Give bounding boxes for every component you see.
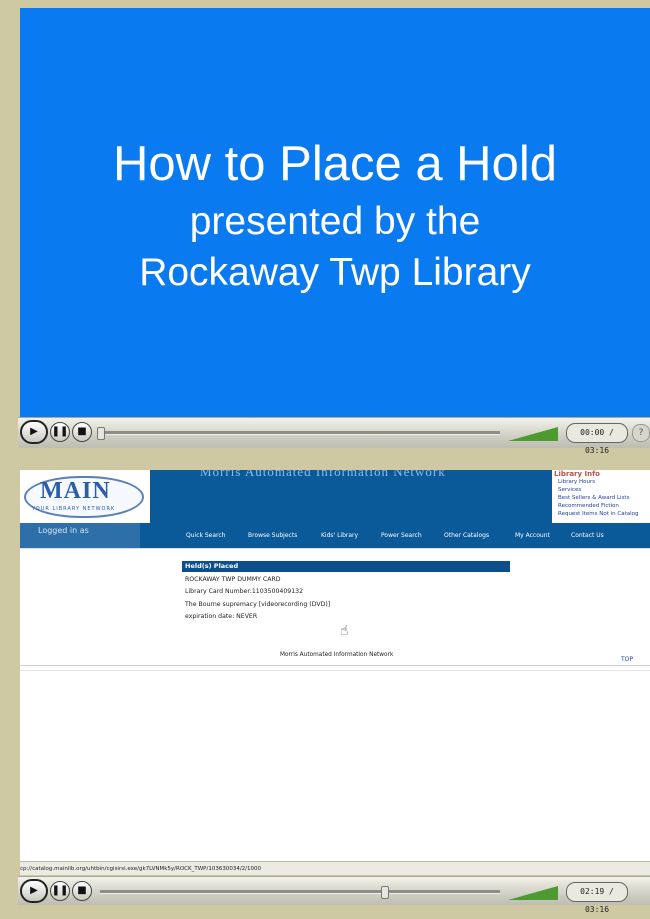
library-info-link[interactable]: Request Items Not in Catalog (558, 511, 639, 517)
volume-level-icon (508, 886, 558, 900)
divider (20, 548, 650, 549)
card-number: Library Card Number:1103500409132 (185, 588, 304, 595)
nav-browse-subjects[interactable]: Browse Subjects (248, 532, 297, 539)
play-icon: ▶ (30, 885, 38, 896)
network-title: Morris Automated Information Network (200, 470, 446, 479)
video1-screen[interactable]: How to Place a Hold presented by the Roc… (20, 8, 650, 418)
hold-expiration: expiration date: NEVER (185, 613, 258, 620)
seek-thumb[interactable] (381, 886, 389, 899)
pause-icon: ❚❚ (51, 885, 69, 896)
time-display: 02:19 / 03:16 (566, 882, 628, 914)
top-link[interactable]: TOP (621, 656, 633, 663)
divider (20, 670, 650, 671)
hold-item-title: The Bourne supremacy [videorecording (DV… (185, 601, 331, 608)
logo-text: MAIN (40, 478, 111, 504)
stop-button[interactable]: ■ (72, 881, 92, 901)
footer-network-name: Morris Automated Information Network (280, 652, 394, 658)
stop-icon: ■ (77, 426, 87, 437)
stop-button[interactable]: ■ (72, 422, 92, 442)
browser-status-bar: cp://catalog.mainlib.org/uhtbin/cgisirsi… (20, 861, 650, 875)
stop-icon: ■ (77, 885, 87, 896)
nav-my-account[interactable]: My Account (515, 532, 550, 539)
time-display: 00:00 / 03:16 (566, 423, 628, 455)
site-header: MAIN YOUR LIBRARY NETWORK Morris Automat… (20, 470, 650, 523)
video1-player-controls: ▶ ❚❚ ■ 00:00 / 03:16 ? (18, 417, 650, 455)
divider (20, 665, 650, 666)
library-info-link[interactable]: Recommended Fiction (558, 503, 619, 509)
pause-icon: ❚❚ (51, 426, 69, 437)
video2-screen[interactable]: MAIN YOUR LIBRARY NETWORK Morris Automat… (20, 470, 650, 875)
volume-level-icon (508, 427, 558, 441)
logged-in-label: Logged in as (20, 523, 140, 548)
library-info-panel: Library Info Library Hours Services Best… (552, 470, 650, 523)
library-info-link[interactable]: Services (558, 487, 581, 493)
play-icon: ▶ (30, 426, 38, 437)
nav-kids-library[interactable]: Kids' Library (321, 532, 358, 539)
help-icon[interactable]: ? (632, 424, 650, 442)
hand-cursor-icon: ☝ (340, 623, 349, 639)
seek-bar[interactable] (100, 890, 500, 894)
video1-subtitle: presented by the (189, 200, 481, 243)
nav-bar: Logged in as Quick Search Browse Subject… (20, 523, 650, 548)
seek-bar[interactable] (100, 431, 500, 435)
volume-slider[interactable] (504, 881, 562, 903)
library-info-title: Library Info (554, 470, 600, 478)
card-name: ROCKAWAY TWP DUMMY CARD (185, 576, 281, 583)
nav-power-search[interactable]: Power Search (381, 532, 422, 539)
holds-placed-header: Held(s) Placed (182, 561, 510, 572)
video2-player-controls: ▶ ❚❚ ■ 02:19 / 03:16 (18, 876, 650, 914)
nav-contact-us[interactable]: Contact Us (571, 532, 604, 539)
nav-other-catalogs[interactable]: Other Catalogs (444, 532, 489, 539)
library-info-link[interactable]: Best Sellers & Award Lists (558, 495, 629, 501)
video1-presenter: Rockaway Twp Library (139, 251, 531, 294)
seek-thumb[interactable] (97, 427, 105, 440)
main-logo[interactable]: MAIN YOUR LIBRARY NETWORK (20, 470, 150, 523)
pause-button[interactable]: ❚❚ (50, 422, 70, 442)
library-info-link[interactable]: Library Hours (558, 479, 595, 485)
pause-button[interactable]: ❚❚ (50, 881, 70, 901)
logo-tagline: YOUR LIBRARY NETWORK (32, 506, 116, 512)
play-button[interactable]: ▶ (20, 420, 48, 444)
nav-quick-search[interactable]: Quick Search (186, 532, 226, 539)
play-button[interactable]: ▶ (20, 879, 48, 903)
video1-title: How to Place a Hold (113, 137, 557, 191)
volume-slider[interactable] (504, 422, 562, 444)
